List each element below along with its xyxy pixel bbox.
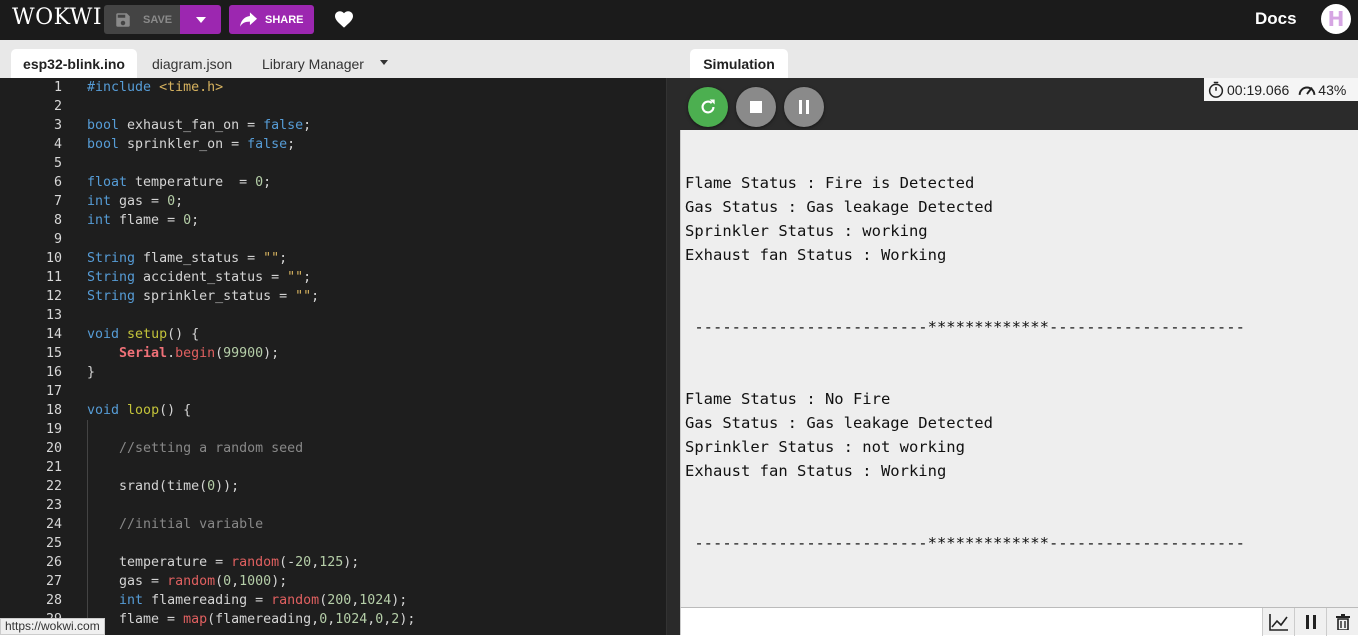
share-button[interactable]: SHARE: [229, 5, 314, 34]
serial-pause-button[interactable]: [1294, 608, 1326, 636]
stop-button[interactable]: [736, 87, 776, 127]
floppy-disk-icon: [116, 12, 130, 27]
avatar-initial: H: [1327, 7, 1345, 31]
tabs-menu-caret-icon[interactable]: [380, 60, 388, 65]
restart-icon: [701, 99, 715, 114]
timer-value: 00:19.066: [1227, 81, 1290, 98]
code-line: 28 int flamereading = random(200,1024);: [45, 593, 408, 608]
code-line: 25: [45, 536, 62, 551]
code-line: 9: [53, 232, 62, 247]
code-line: 22 srand(time(0));: [45, 479, 240, 494]
serial-line: Flame Status : Fire is Detected: [685, 174, 975, 192]
save-label: SAVE: [143, 13, 173, 26]
clear-serial-button[interactable]: [1326, 608, 1358, 636]
code-line: 16}: [45, 365, 96, 380]
code-line: 18 void loop() {: [45, 403, 192, 418]
pause-icon: [799, 100, 809, 114]
status-url: https://wokwi.com: [0, 618, 105, 635]
serial-line: Gas Status : Gas leakage Detected: [685, 414, 993, 432]
save-options-dropdown[interactable]: [180, 5, 221, 34]
code-line: 5: [53, 156, 62, 171]
code-line: 2: [53, 99, 62, 114]
heart-icon[interactable]: [334, 10, 354, 28]
code-line: 3 bool exhaust_fan_on = false;: [53, 118, 312, 133]
code-line: 17: [45, 384, 62, 399]
serial-line: Sprinkler Status : not working: [685, 438, 965, 456]
share-arrow-icon: [240, 12, 257, 27]
chart-icon: [1268, 614, 1288, 631]
editor-scrollbar[interactable]: [666, 78, 680, 635]
code-line: 8 int flame = 0;: [53, 213, 200, 228]
serial-line: Gas Status : Gas leakage Detected: [685, 198, 993, 216]
code-editor[interactable]: 1 #include <time.h> 2 3 bool exhaust_fan_o…: [0, 78, 666, 635]
code-line: 10 String flame_status = "";: [45, 251, 288, 266]
simulation-timer: 00:19.066 43%: [1204, 78, 1358, 101]
serial-line: Exhaust fan Status : Working: [685, 246, 947, 264]
code-line: 26 temperature = random(-20,125);: [45, 555, 360, 570]
stop-icon: [750, 101, 762, 113]
stopwatch-icon: [1208, 81, 1224, 98]
wokwi-logo[interactable]: WOKWI: [12, 5, 102, 30]
speed-value: 43%: [1318, 81, 1347, 98]
code-line: 14 void setup() {: [45, 327, 200, 342]
share-label: SHARE: [265, 13, 304, 26]
code-line: 24 //initial variable: [45, 517, 264, 532]
serial-toolbar: [1262, 607, 1358, 636]
plotter-button[interactable]: [1262, 608, 1294, 636]
serial-line: Flame Status : No Fire: [685, 390, 891, 408]
avatar[interactable]: H: [1321, 4, 1351, 34]
code-line: 4 bool sprinkler_on = false;: [53, 137, 296, 152]
code-line: 15 Serial.begin(99900);: [45, 346, 280, 361]
code-line: 11 String accident_status = "";: [45, 270, 312, 285]
code-line: 19: [45, 422, 62, 437]
serial-line: Sprinkler Status : working: [685, 222, 928, 240]
serial-line: Exhaust fan Status : Working: [685, 462, 947, 480]
serial-input[interactable]: [680, 607, 1262, 635]
code-text: #include <time.h>: [87, 80, 224, 95]
trash-icon: [1335, 614, 1350, 630]
pause-icon: [1305, 615, 1316, 629]
pause-button[interactable]: [784, 87, 824, 127]
code-line: 13: [45, 308, 62, 323]
tab-simulation[interactable]: Simulation: [690, 49, 788, 78]
code-line: 6 float temperature = 0;: [53, 175, 272, 190]
tab-library-manager[interactable]: Library Manager: [262, 49, 364, 78]
tab-esp32-blink-ino[interactable]: esp32-blink.ino: [11, 49, 137, 78]
editor-tab-bar: esp32-blink.ino diagram.json Library Man…: [0, 40, 680, 78]
code-line: 20 //setting a random seed: [45, 441, 304, 456]
serial-monitor: Flame Status : Fire is Detected Gas Stat…: [680, 130, 1358, 607]
save-button[interactable]: SAVE: [104, 5, 180, 34]
serial-line: -------------------------*************--…: [685, 318, 1245, 336]
speedometer-icon: [1298, 86, 1316, 95]
docs-link[interactable]: Docs: [1255, 9, 1297, 29]
code-line: 1 #include <time.h>: [53, 80, 224, 95]
code-line: 23: [45, 498, 62, 513]
top-bar: WOKWI SAVE SHARE Docs H: [0, 0, 1358, 40]
caret-down-icon: [195, 16, 206, 23]
restart-button[interactable]: [688, 87, 728, 127]
code-line: 27 gas = random(0,1000);: [45, 574, 288, 589]
serial-line: -------------------------*************--…: [685, 534, 1245, 552]
code-line: 7 int gas = 0;: [53, 194, 184, 209]
tab-diagram-json[interactable]: diagram.json: [152, 49, 232, 78]
code-line: 21: [45, 460, 62, 475]
code-line: 12 String sprinkler_status = "";: [45, 289, 320, 304]
